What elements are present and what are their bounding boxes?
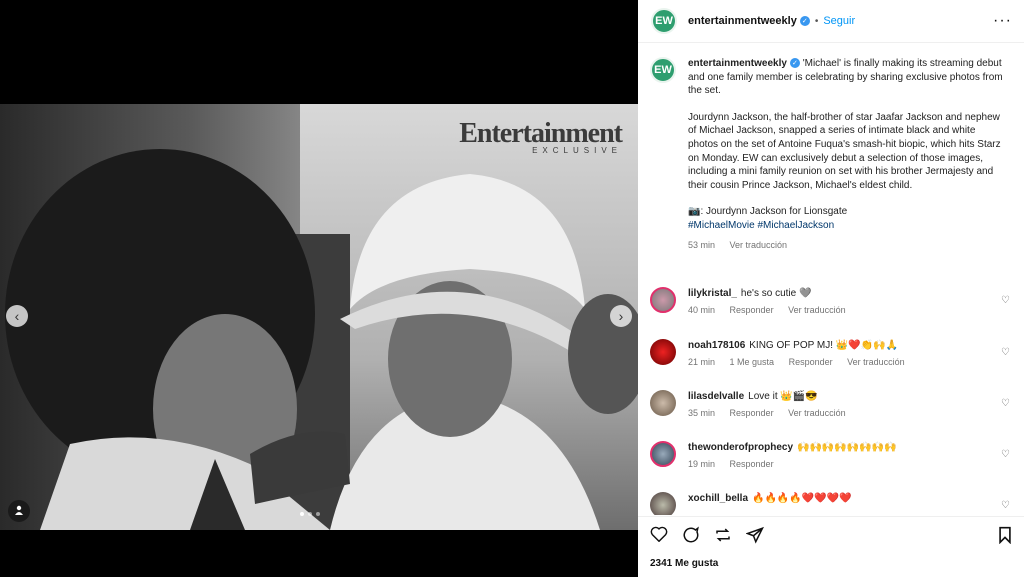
comment-time: 19 min [688,459,716,469]
reply-link[interactable]: Responder [730,408,774,418]
reply-link[interactable]: Responder [789,357,833,367]
post-media-area: Entertainment EXCLUSIVE ‹ › [0,0,638,576]
instagram-post-viewer: Entertainment EXCLUSIVE ‹ › EW entertain… [0,0,1024,577]
previous-image-button[interactable]: ‹ [6,305,28,327]
comment-item: noah178106 KING OF POP MJ! 👑❤️👏🙌🙏 21 min … [650,339,1020,367]
comment-item: lilykristal_ he's so cutie 🩶 40 min Respo… [650,287,1020,315]
account-username[interactable]: entertainmentweekly [688,15,797,27]
caption-username[interactable]: entertainmentweekly [688,58,787,69]
repost-icon[interactable] [714,526,732,549]
comment-username[interactable]: lilasdelvalle [688,391,744,402]
carousel-dot [300,512,304,516]
verified-badge-icon: ✓ [789,58,800,69]
comment-like-icon[interactable]: ♡ [1001,449,1010,460]
comment-username[interactable]: xochill_bella [688,493,748,504]
carousel-dots [300,512,320,516]
commenter-avatar[interactable] [650,390,676,416]
comment-item: thewonderofprophecy 🙌🙌🙌🙌🙌🙌🙌🙌 19 min Respo… [650,441,1020,469]
comment-text: 🔥🔥🔥🔥❤️❤️❤️❤️ [752,493,852,504]
caption-meta: 53 min Ver traducción [688,239,1008,253]
caption-avatar[interactable]: EW [650,57,676,83]
see-translation-link[interactable]: Ver traducción [730,240,788,250]
comment-like-icon[interactable]: ♡ [1001,398,1010,409]
chevron-right-icon: › [618,308,624,324]
comment-text: he's so cutie 🩶 [740,288,812,299]
caption-credit: 📷: Jourdynn Jackson for Lionsgate [688,206,848,218]
comment-like-icon[interactable]: ♡ [1001,500,1010,511]
commenter-avatar[interactable] [650,339,676,365]
carousel-dot [316,512,320,516]
comment-username[interactable]: lilykristal_ [688,288,737,299]
next-image-button[interactable]: › [610,305,632,327]
like-heart-icon[interactable] [650,526,668,547]
post-details-panel: EW entertainmentweekly ✓ • Seguir ··· EW… [638,0,1024,577]
post-header: EW entertainmentweekly ✓ • Seguir ··· [638,0,1024,43]
comment-text: KING OF POP MJ! 👑❤️👏🙌🙏 [749,340,899,351]
reply-link[interactable]: Responder [730,459,774,469]
caption-hashtags[interactable]: #MichaelMovie #MichaelJackson [688,219,1008,233]
post-photo[interactable]: Entertainment EXCLUSIVE [0,104,638,530]
comment-bubble-icon[interactable] [682,526,700,549]
verified-badge-icon: ✓ [799,16,810,26]
comment-time: 21 min [688,357,716,367]
comment-time: 35 min [688,408,716,418]
comment-text: Love it 👑🎬😎 [748,391,818,402]
likes-count[interactable]: 2341 Me gusta [650,558,718,569]
comment-item: lilasdelvalle Love it 👑🎬😎 35 min Responde… [650,390,1020,418]
commenter-avatar[interactable] [650,287,676,313]
reply-link[interactable]: Responder [730,305,774,315]
chevron-left-icon: ‹ [14,308,20,324]
comment-time: 40 min [688,305,716,315]
commenter-avatar[interactable] [650,441,676,467]
follow-button[interactable]: Seguir [823,15,855,27]
send-paper-plane-icon[interactable] [745,526,764,549]
caption-time: 53 min [688,239,716,250]
comment-like-icon[interactable]: ♡ [1001,347,1010,358]
more-options-icon[interactable]: ··· [993,12,1012,30]
caption-paragraph-2: Jourdynn Jackson, the half-brother of st… [688,111,1001,191]
post-caption: EW entertainmentweekly ✓ 'Michael' is fin… [650,57,1020,252]
commenter-avatar[interactable] [650,492,676,515]
photo-figures [5,149,638,530]
comment-username[interactable]: noah178106 [688,340,745,351]
comment-like-count[interactable]: 1 Me gusta [730,357,775,367]
see-translation-link[interactable]: Ver traducción [788,408,846,418]
separator-dot: • [814,15,819,27]
see-translation-link[interactable]: Ver traducción [847,357,905,367]
entertainment-exclusive-logo: Entertainment EXCLUSIVE [459,118,623,156]
tagged-users-button[interactable] [8,500,30,522]
user-icon [14,505,24,518]
comments-scroll-area[interactable]: EW entertainmentweekly ✓ 'Michael' is fin… [638,43,1024,515]
carousel-dot [308,512,312,516]
comment-like-icon[interactable]: ♡ [1001,295,1010,306]
see-translation-link[interactable]: Ver traducción [788,305,846,315]
save-bookmark-icon[interactable] [998,526,1012,549]
comment-text: 🙌🙌🙌🙌🙌🙌🙌🙌 [797,442,897,453]
comment-item: xochill_bella 🔥🔥🔥🔥❤️❤️❤️❤️ ♡ [650,492,1020,515]
post-actions-bar: 2341 Me gusta [638,516,1024,577]
account-avatar[interactable]: EW [651,8,677,34]
comment-username[interactable]: thewonderofprophecy [688,442,793,453]
